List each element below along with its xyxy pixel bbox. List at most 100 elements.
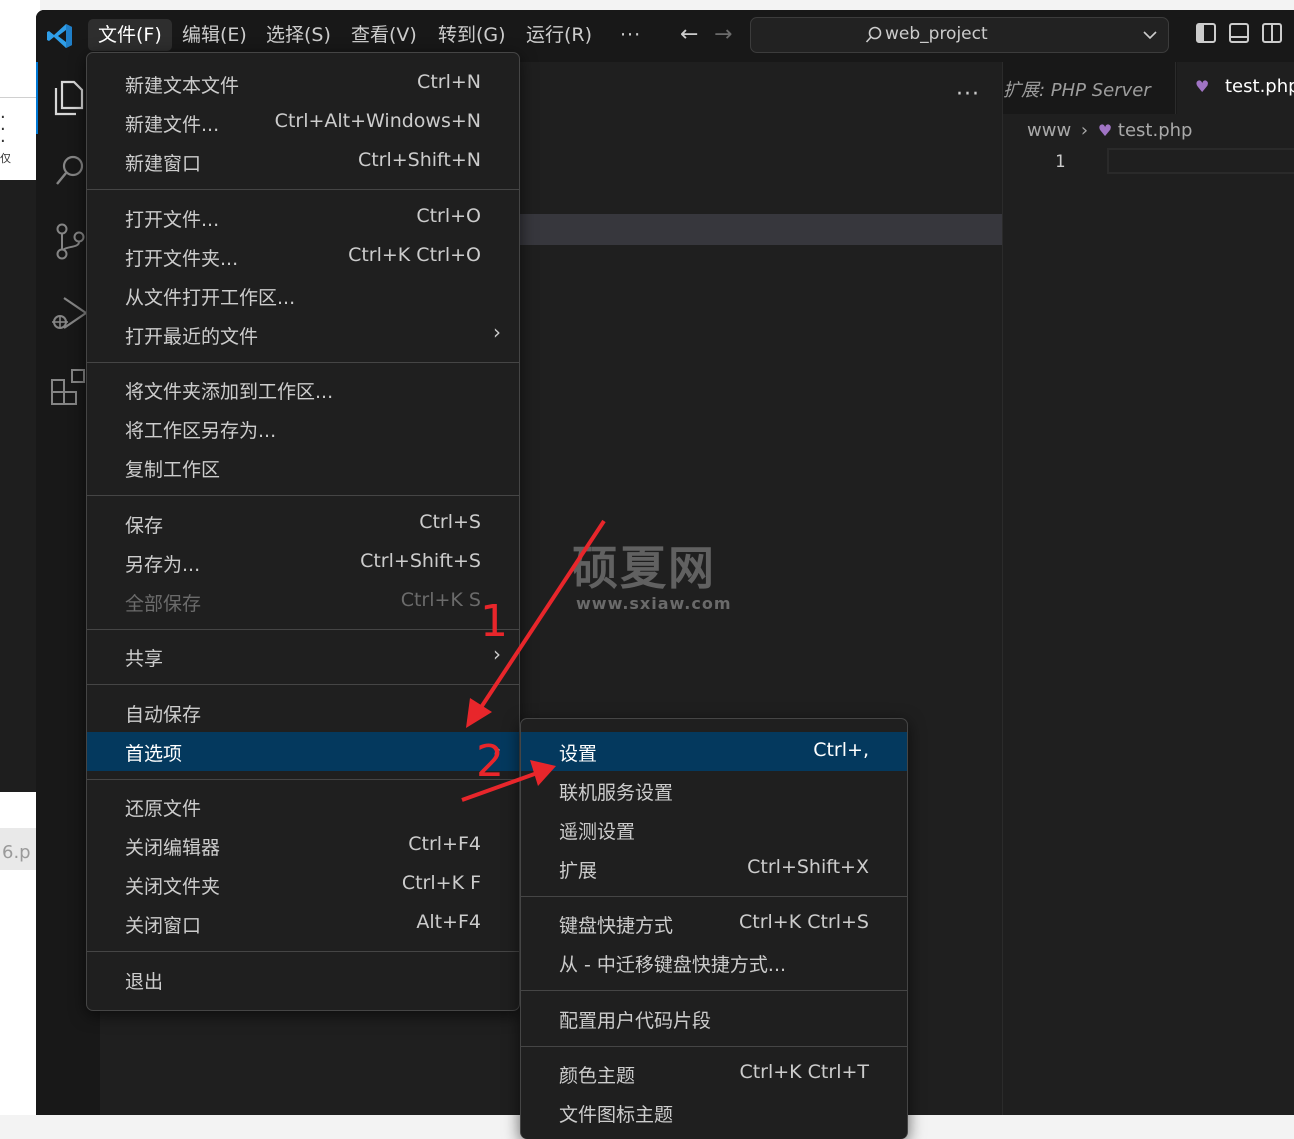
tab-label: 扩展: PHP Server: [1003, 80, 1151, 101]
menu-item-label: 键盘快捷方式: [559, 915, 674, 937]
menu-item-save-all: 全部保存 Ctrl+K S: [87, 582, 519, 621]
menu-separator: [521, 990, 907, 991]
menu-item-auto-save[interactable]: 自动保存: [87, 693, 519, 732]
menu-item-extensions[interactable]: 扩展 Ctrl+Shift+X: [521, 849, 907, 888]
menu-item-open-folder[interactable]: 打开文件夹... Ctrl+K Ctrl+O: [87, 237, 519, 276]
menu-item-online-services-settings[interactable]: 联机服务设置: [521, 771, 907, 810]
menu-item-new-file[interactable]: 新建文件... Ctrl+Alt+Windows+N: [87, 103, 519, 142]
menu-item-label: 将文件夹添加到工作区...: [125, 381, 334, 403]
menu-run[interactable]: 运行(R): [516, 19, 602, 51]
menu-separator: [87, 495, 519, 496]
line-number: 1: [1055, 152, 1066, 172]
menu-edit[interactable]: 编辑(E): [172, 19, 257, 51]
menu-item-shortcut: Ctrl+K S: [400, 589, 481, 611]
menu-item-label: 将工作区另存为...: [125, 420, 277, 442]
menu-item-keyboard-shortcuts[interactable]: 键盘快捷方式 Ctrl+K Ctrl+S: [521, 904, 907, 943]
menu-item-shortcut: Ctrl+N: [417, 71, 481, 93]
menu-item-open-file[interactable]: 打开文件... Ctrl+O: [87, 198, 519, 237]
menu-item-save-as[interactable]: 另存为... Ctrl+Shift+S: [87, 543, 519, 582]
menu-file[interactable]: 文件(F): [88, 19, 172, 51]
editor-area: 扩展: PHP Server ♥ test.php www › ♥ test.p…: [1002, 62, 1294, 1115]
menu-item-label: 全部保存: [125, 593, 202, 615]
menu-more-icon[interactable]: ···: [610, 19, 651, 51]
menu-item-close-editor[interactable]: 关闭编辑器 Ctrl+F4: [87, 826, 519, 865]
search-icon[interactable]: [54, 154, 86, 188]
menu-item-shortcut: Ctrl+Alt+Windows+N: [274, 110, 481, 132]
menu-item-open-workspace-from-file[interactable]: 从文件打开工作区...: [87, 276, 519, 315]
menu-separator: [87, 629, 519, 630]
menu-item-label: 设置: [559, 743, 598, 765]
breadcrumb[interactable]: www › ♥ test.php: [1027, 120, 1192, 141]
menu-item-label: 首选项: [125, 743, 183, 765]
menu-item-label: 遥测设置: [559, 821, 636, 843]
menu-item-preferences[interactable]: 首选项 ›: [87, 732, 519, 771]
menu-item-shortcut: Ctrl+K Ctrl+S: [738, 911, 869, 933]
command-center-search[interactable]: web_project: [750, 17, 1169, 53]
tab-php-server-extension[interactable]: 扩展: PHP Server: [1003, 62, 1176, 114]
menu-item-label: 关闭编辑器: [125, 837, 221, 859]
breadcrumb-folder[interactable]: www: [1027, 120, 1071, 141]
chevron-down-icon[interactable]: [1142, 27, 1158, 43]
menu-item-exit[interactable]: 退出: [87, 960, 519, 999]
menu-item-label: 打开文件夹...: [125, 248, 239, 270]
menu-item-settings[interactable]: 设置 Ctrl+,: [521, 732, 907, 771]
menu-selection[interactable]: 选择(S): [256, 19, 341, 51]
menu-item-shortcut: Alt+F4: [416, 911, 481, 933]
menu-item-new-text-file[interactable]: 新建文本文件 Ctrl+N: [87, 64, 519, 103]
explorer-icon[interactable]: [52, 80, 86, 116]
source-control-icon[interactable]: [54, 222, 86, 262]
menu-item-label: 联机服务设置: [559, 782, 674, 804]
php-elephant-icon: ♥: [1097, 121, 1113, 140]
menu-item-migrate-keyboard-shortcuts[interactable]: 从 - 中迁移键盘快捷方式...: [521, 943, 907, 982]
toggle-sidebar-icon[interactable]: [1196, 23, 1216, 43]
background-dark-panel: [0, 180, 36, 792]
toggle-secondary-sidebar-icon[interactable]: [1262, 23, 1282, 43]
menu-item-shortcut: Ctrl+Shift+X: [747, 856, 869, 878]
menu-separator: [87, 362, 519, 363]
menu-item-revert-file[interactable]: 还原文件: [87, 787, 519, 826]
search-icon: [865, 26, 882, 43]
forward-arrow-icon[interactable]: →: [714, 22, 732, 47]
background-filename-text: 6.p: [2, 842, 31, 863]
menu-item-add-folder-to-workspace[interactable]: 将文件夹添加到工作区...: [87, 370, 519, 409]
menu-item-file-icon-theme[interactable]: 文件图标主题: [521, 1093, 907, 1132]
menu-view[interactable]: 查看(V): [341, 19, 427, 51]
preferences-submenu: 设置 Ctrl+, 联机服务设置 遥测设置 扩展 Ctrl+Shift+X 键盘快捷…: [520, 718, 908, 1139]
menu-item-share[interactable]: 共享 ›: [87, 637, 519, 676]
menu-item-label: 从 - 中迁移键盘快捷方式...: [559, 954, 787, 976]
back-arrow-icon[interactable]: ←: [680, 22, 698, 47]
menu-item-open-recent[interactable]: 打开最近的文件 ›: [87, 315, 519, 354]
breadcrumb-file[interactable]: test.php: [1118, 120, 1193, 141]
menu-separator: [521, 1046, 907, 1047]
annotation-step-2: 2: [476, 736, 504, 787]
menu-item-close-folder[interactable]: 关闭文件夹 Ctrl+K F: [87, 865, 519, 904]
sidebar-more-icon[interactable]: ···: [956, 82, 980, 107]
menu-item-label: 关闭窗口: [125, 915, 202, 937]
background-small-text: 仅: [0, 152, 11, 165]
toggle-panel-icon[interactable]: [1229, 23, 1249, 43]
chevron-right-icon: ›: [493, 320, 501, 344]
chevron-right-icon: ›: [1080, 120, 1089, 141]
menu-item-save[interactable]: 保存 Ctrl+S: [87, 504, 519, 543]
php-elephant-icon: ♥: [1195, 77, 1210, 96]
menu-item-new-window[interactable]: 新建窗口 Ctrl+Shift+N: [87, 142, 519, 181]
run-debug-icon[interactable]: [50, 294, 90, 334]
menu-go[interactable]: 转到(G): [428, 19, 516, 51]
menu-item-color-theme[interactable]: 颜色主题 Ctrl+K Ctrl+T: [521, 1054, 907, 1093]
menu-item-label: 文件图标主题: [559, 1104, 674, 1126]
menu-item-telemetry-settings[interactable]: 遥测设置: [521, 810, 907, 849]
extensions-icon[interactable]: [50, 366, 90, 406]
menu-item-configure-snippets[interactable]: 配置用户代码片段: [521, 999, 907, 1038]
tab-test-php[interactable]: ♥ test.php: [1177, 62, 1294, 114]
current-line-highlight[interactable]: [1107, 148, 1294, 174]
annotation-step-1: 1: [480, 596, 508, 647]
menu-separator: [87, 189, 519, 190]
background-more-icon[interactable]: · · ·: [0, 109, 6, 151]
menu-item-label: 还原文件: [125, 798, 202, 820]
tab-label: test.php: [1225, 76, 1294, 97]
menu-item-close-window[interactable]: 关闭窗口 Alt+F4: [87, 904, 519, 943]
menu-item-shortcut: Ctrl+S: [419, 511, 481, 533]
menu-item-save-workspace-as[interactable]: 将工作区另存为...: [87, 409, 519, 448]
menu-separator: [521, 896, 907, 897]
menu-item-duplicate-workspace[interactable]: 复制工作区: [87, 448, 519, 487]
